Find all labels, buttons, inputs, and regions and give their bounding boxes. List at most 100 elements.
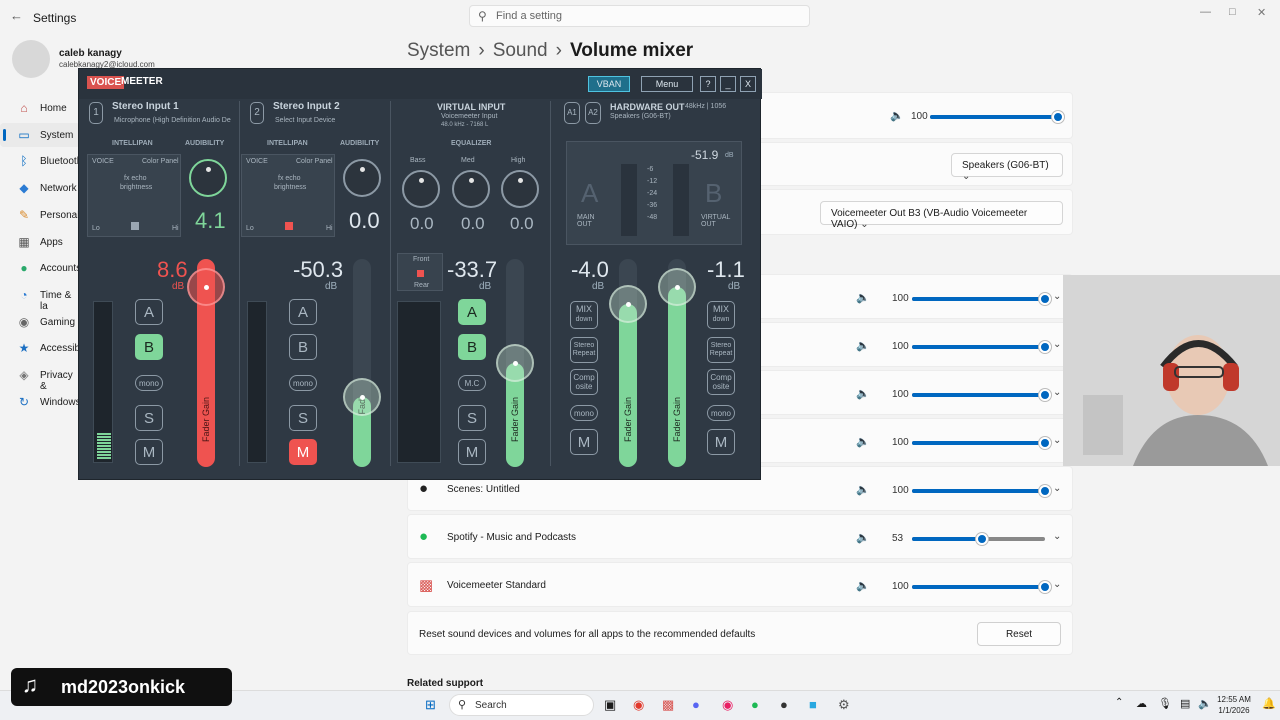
intellipan-panel-2[interactable]: VOICE Color Panel fx echo brightness Lo … <box>241 154 335 237</box>
speaker-icon[interactable]: 🔈 <box>856 435 870 448</box>
taskbar-search[interactable]: ⚲ Search <box>449 694 594 716</box>
input-device-select[interactable]: Voicemeeter Out B3 (VB-Audio Voicemeeter… <box>820 201 1063 230</box>
app-volume-slider[interactable] <box>912 341 1051 353</box>
a2-button[interactable]: A2 <box>585 102 601 124</box>
bus-b-mix-button[interactable]: MIX down <box>707 301 735 329</box>
app-volume-slider[interactable] <box>912 485 1051 497</box>
bus-a-mute-button[interactable]: M <box>570 429 598 455</box>
bus-b-mono-button[interactable]: mono <box>707 405 735 421</box>
output-device-select[interactable]: Speakers (G06-BT) ⌄ <box>951 153 1063 182</box>
bus-b-composite-button[interactable]: Comp osite <box>707 369 735 395</box>
chevron-down-icon[interactable]: ⌄ <box>1053 435 1061 446</box>
bus-a-mono-button[interactable]: mono <box>570 405 598 421</box>
bus-b-stereo-repeat-button[interactable]: Stereo Repeat <box>707 337 735 363</box>
breadcrumb-sound[interactable]: Sound <box>493 40 548 61</box>
network-icon[interactable]: ▤ <box>1180 697 1190 710</box>
strip2-b-button[interactable]: B <box>289 334 317 360</box>
audibility-knob-1[interactable] <box>189 159 227 197</box>
breadcrumb-system[interactable]: System <box>407 40 470 61</box>
close-button[interactable]: X <box>740 76 756 92</box>
strip1-mono-button[interactable]: mono <box>135 375 163 391</box>
bus-a-stereo-repeat-button[interactable]: Stereo Repeat <box>570 337 598 363</box>
sidebar-item-network[interactable]: ◆ Network <box>0 176 80 200</box>
a1-button[interactable]: A1 <box>564 102 580 124</box>
app-volume-thumb[interactable] <box>1039 341 1051 353</box>
pan-cursor[interactable] <box>285 222 293 230</box>
strip2-solo-button[interactable]: S <box>289 405 317 431</box>
speaker-icon[interactable]: 🔈 <box>856 483 870 496</box>
sidebar-item-accounts[interactable]: ● Accounts <box>0 256 81 280</box>
app-volume-thumb[interactable] <box>1039 437 1051 449</box>
app-volume-slider[interactable] <box>912 581 1051 593</box>
audibility-knob-2[interactable] <box>343 159 381 197</box>
onedrive-icon[interactable]: ☁ <box>1136 697 1147 710</box>
strip2-mute-button[interactable]: M <box>289 439 317 465</box>
master-volume-thumb[interactable] <box>1052 111 1064 123</box>
speaker-icon[interactable]: 🔈 <box>890 109 904 122</box>
chevron-up-icon[interactable]: ⌃ <box>1115 697 1123 708</box>
chevron-down-icon[interactable]: ⌄ <box>1053 579 1061 590</box>
bus-a-composite-button[interactable]: Comp osite <box>570 369 598 395</box>
voicemeeter-window[interactable]: VOICE MEETER VBAN Menu ? _ X 1 Stereo In… <box>78 68 762 480</box>
start-icon[interactable]: ⊞ <box>425 697 436 713</box>
surround-pan-panel[interactable]: Front Rear <box>397 253 443 291</box>
strip2-fader-thumb[interactable] <box>343 378 381 416</box>
strip1-number[interactable]: 1 <box>89 102 103 124</box>
vban-button[interactable]: VBAN <box>588 76 630 92</box>
sidebar-item-personali[interactable]: ✎ Personali <box>0 203 82 227</box>
hardware-out-device[interactable]: Speakers (G06-BT) <box>610 113 671 120</box>
minimize-icon[interactable]: — <box>1200 6 1211 18</box>
app-volume-thumb[interactable] <box>1039 293 1051 305</box>
virtual-fader-thumb[interactable] <box>496 344 534 382</box>
speaker-icon[interactable]: 🔈 <box>856 531 870 544</box>
clock[interactable]: 12:55 AM 1/1/2026 <box>1213 694 1255 716</box>
strip1-solo-button[interactable]: S <box>135 405 163 431</box>
high-knob[interactable] <box>501 170 539 208</box>
app-volume-thumb[interactable] <box>1039 485 1051 497</box>
surround-cursor[interactable] <box>417 270 424 277</box>
med-knob[interactable] <box>452 170 490 208</box>
obs-icon[interactable]: ● <box>780 697 788 712</box>
discord-icon[interactable]: ● <box>692 697 700 712</box>
map-pin-icon[interactable]: ◉ <box>722 697 733 713</box>
app-icon[interactable]: ■ <box>809 697 817 712</box>
settings-gear-icon[interactable]: ⚙ <box>838 697 850 713</box>
strip1-b-button[interactable]: B <box>135 334 163 360</box>
strip2-device[interactable]: Select Input Device <box>275 117 335 124</box>
strip2-mono-button[interactable]: mono <box>289 375 317 391</box>
pan-cursor[interactable] <box>131 222 139 230</box>
virtual-b-button[interactable]: B <box>458 334 486 360</box>
help-button[interactable]: ? <box>700 76 716 92</box>
task-view-icon[interactable]: ▣ <box>604 697 616 713</box>
strip1-device[interactable]: Microphone (High Definition Audio De <box>114 117 231 124</box>
sidebar-item-home[interactable]: ⌂ Home <box>0 96 80 120</box>
sidebar-item-bluetooth[interactable]: ᛒ Bluetooth <box>0 149 82 173</box>
close-icon[interactable]: ✕ <box>1257 6 1266 19</box>
maximize-icon[interactable]: □ <box>1229 6 1236 18</box>
sidebar-item-system[interactable]: ▭ System <box>0 122 80 147</box>
virtual-mute-button[interactable]: M <box>458 439 486 465</box>
speaker-icon[interactable]: 🔈 <box>856 291 870 304</box>
sidebar-item-accessibi[interactable]: ★ Accessibi <box>0 336 83 360</box>
back-arrow-icon[interactable]: ← <box>10 8 23 23</box>
speaker-icon[interactable]: 🔈 <box>856 339 870 352</box>
voicemeeter-taskbar-icon[interactable]: ▩ <box>662 697 674 713</box>
strip1-a-button[interactable]: A <box>135 299 163 325</box>
speaker-icon[interactable]: 🔈 <box>856 387 870 400</box>
bus-b-fader-thumb[interactable] <box>658 268 696 306</box>
bus-a-mix-button[interactable]: MIX down <box>570 301 598 329</box>
virtual-solo-button[interactable]: S <box>458 405 486 431</box>
search-input[interactable]: ⚲ Find a setting <box>469 5 810 27</box>
sidebar-item-privacy[interactable]: ◈ Privacy & <box>0 363 80 392</box>
sidebar-item-windows[interactable]: ↻ Windows <box>0 390 81 414</box>
speaker-icon[interactable]: 🔈 <box>1198 697 1212 710</box>
strip2-a-button[interactable]: A <box>289 299 317 325</box>
app-volume-thumb[interactable] <box>976 533 988 545</box>
bus-b-mute-button[interactable]: M <box>707 429 735 455</box>
bus-a-fader-thumb[interactable] <box>609 285 647 323</box>
microphone-icon[interactable]: 🎙 <box>1158 697 1172 710</box>
chevron-down-icon[interactable]: ⌄ <box>1053 339 1061 350</box>
app-volume-slider[interactable] <box>912 437 1051 449</box>
app-volume-slider[interactable] <box>912 293 1051 305</box>
intellipan-panel-1[interactable]: VOICE Color Panel fx echo brightness Lo … <box>87 154 181 237</box>
